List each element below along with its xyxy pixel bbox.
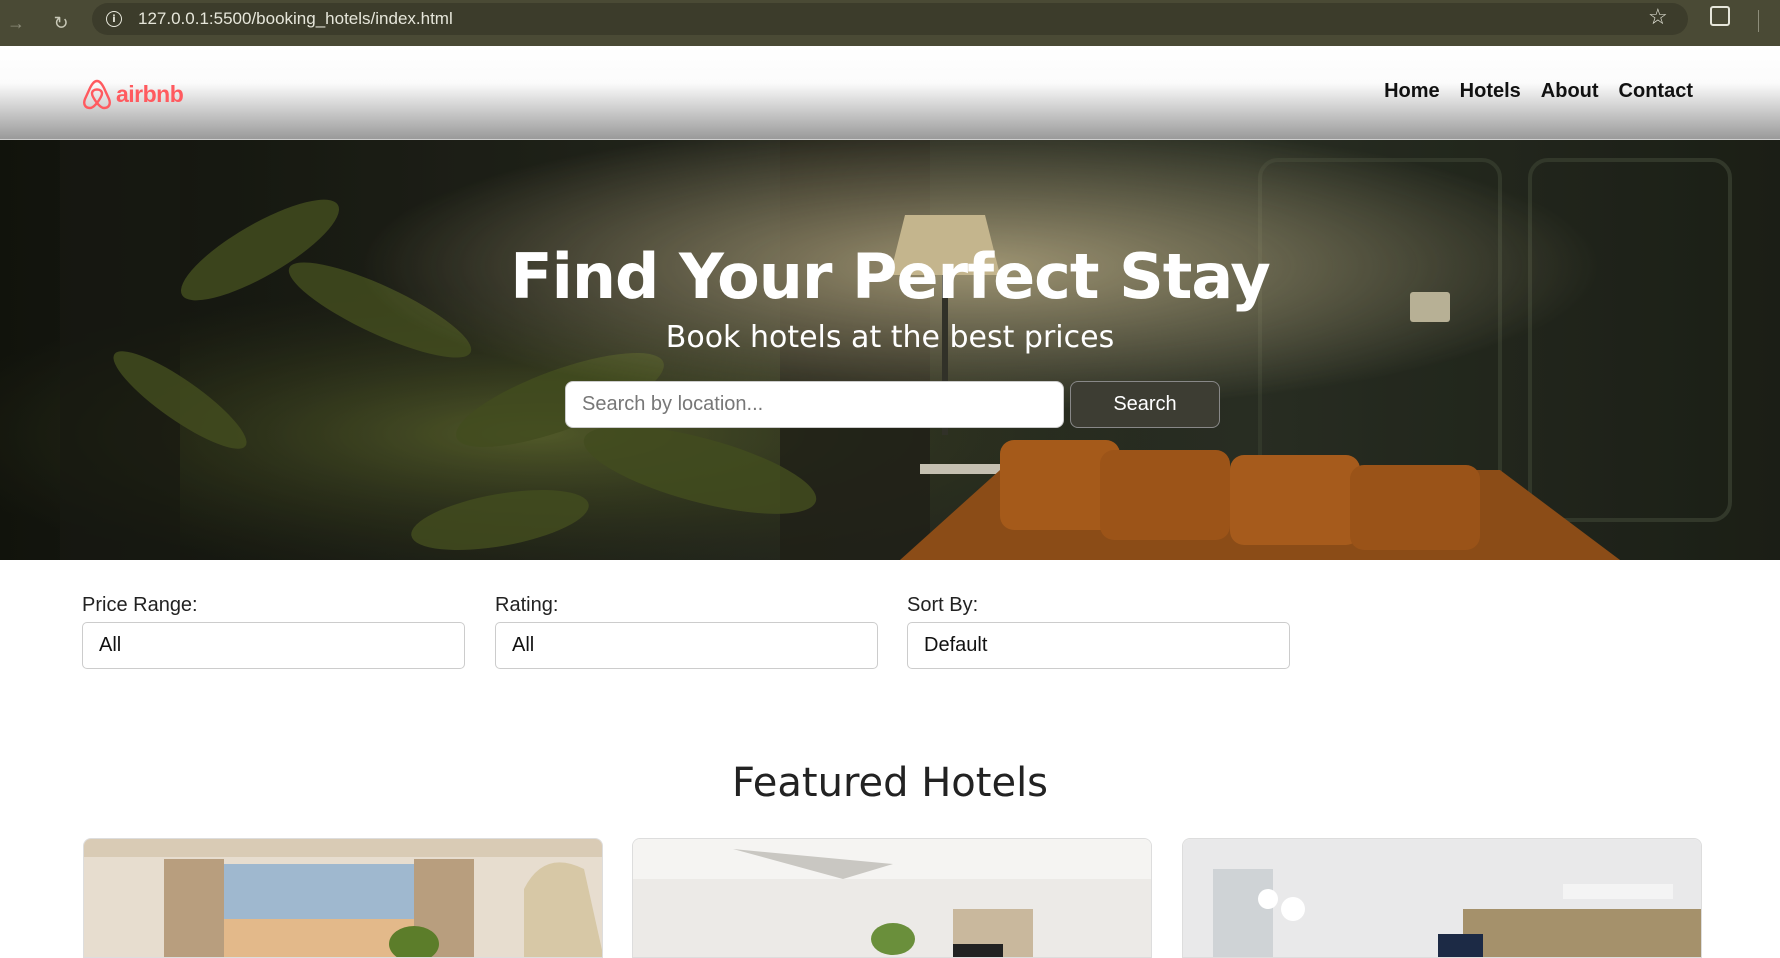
airbnb-logo-icon (83, 79, 111, 110)
airbnb-logo[interactable]: airbnb (82, 78, 184, 110)
hero-subtitle: Book hotels at the best prices (665, 320, 1115, 355)
address-bar[interactable]: i 127.0.0.1:5500/booking_hotels/index.ht… (92, 3, 1688, 35)
nav-about-link[interactable]: About (1541, 80, 1599, 103)
hotel-card[interactable] (632, 838, 1152, 958)
back-arrow-icon[interactable]: → (2, 9, 30, 37)
hotel-card[interactable] (1182, 838, 1702, 958)
search-button[interactable]: Search (1070, 381, 1220, 428)
rating-select[interactable]: All (495, 622, 878, 669)
sort-by-select[interactable]: Default (907, 622, 1290, 669)
hero-section: Find Your Perfect Stay Book hotels at th… (0, 140, 1780, 560)
bookmark-star-icon[interactable]: ☆ (1648, 4, 1668, 30)
hotel-image (84, 839, 602, 957)
main-nav: Home Hotels About Contact (1384, 80, 1693, 103)
url-text[interactable]: 127.0.0.1:5500/booking_hotels/index.html (138, 9, 453, 29)
logo-text: airbnb (116, 80, 184, 107)
browser-toolbar: → ↻ i 127.0.0.1:5500/booking_hotels/inde… (0, 0, 1780, 46)
hotel-card[interactable] (83, 838, 603, 958)
hotel-image (633, 839, 1151, 957)
nav-hotels-link[interactable]: Hotels (1460, 80, 1521, 103)
sort-by-label: Sort By: (907, 594, 979, 616)
rating-filter: Rating: All (495, 594, 878, 669)
sort-by-filter: Sort By: Default (907, 594, 1290, 669)
rating-label: Rating: (495, 594, 559, 616)
nav-contact-link[interactable]: Contact (1619, 80, 1693, 103)
reload-icon[interactable]: ↻ (47, 9, 75, 37)
hero-title: Find Your Perfect Stay (510, 240, 1271, 313)
extensions-icon[interactable] (1710, 6, 1730, 26)
site-header: airbnb Home Hotels About Contact (0, 46, 1780, 140)
hotel-image (1183, 839, 1701, 957)
price-range-select[interactable]: All (82, 622, 465, 669)
featured-hotels-heading: Featured Hotels (731, 760, 1049, 806)
site-info-icon[interactable]: i (106, 11, 122, 27)
price-range-filter: Price Range: All (82, 594, 465, 669)
toolbar-divider (1758, 10, 1759, 32)
price-range-label: Price Range: (82, 594, 198, 616)
nav-home-link[interactable]: Home (1384, 80, 1440, 103)
location-search-input[interactable] (565, 381, 1064, 428)
